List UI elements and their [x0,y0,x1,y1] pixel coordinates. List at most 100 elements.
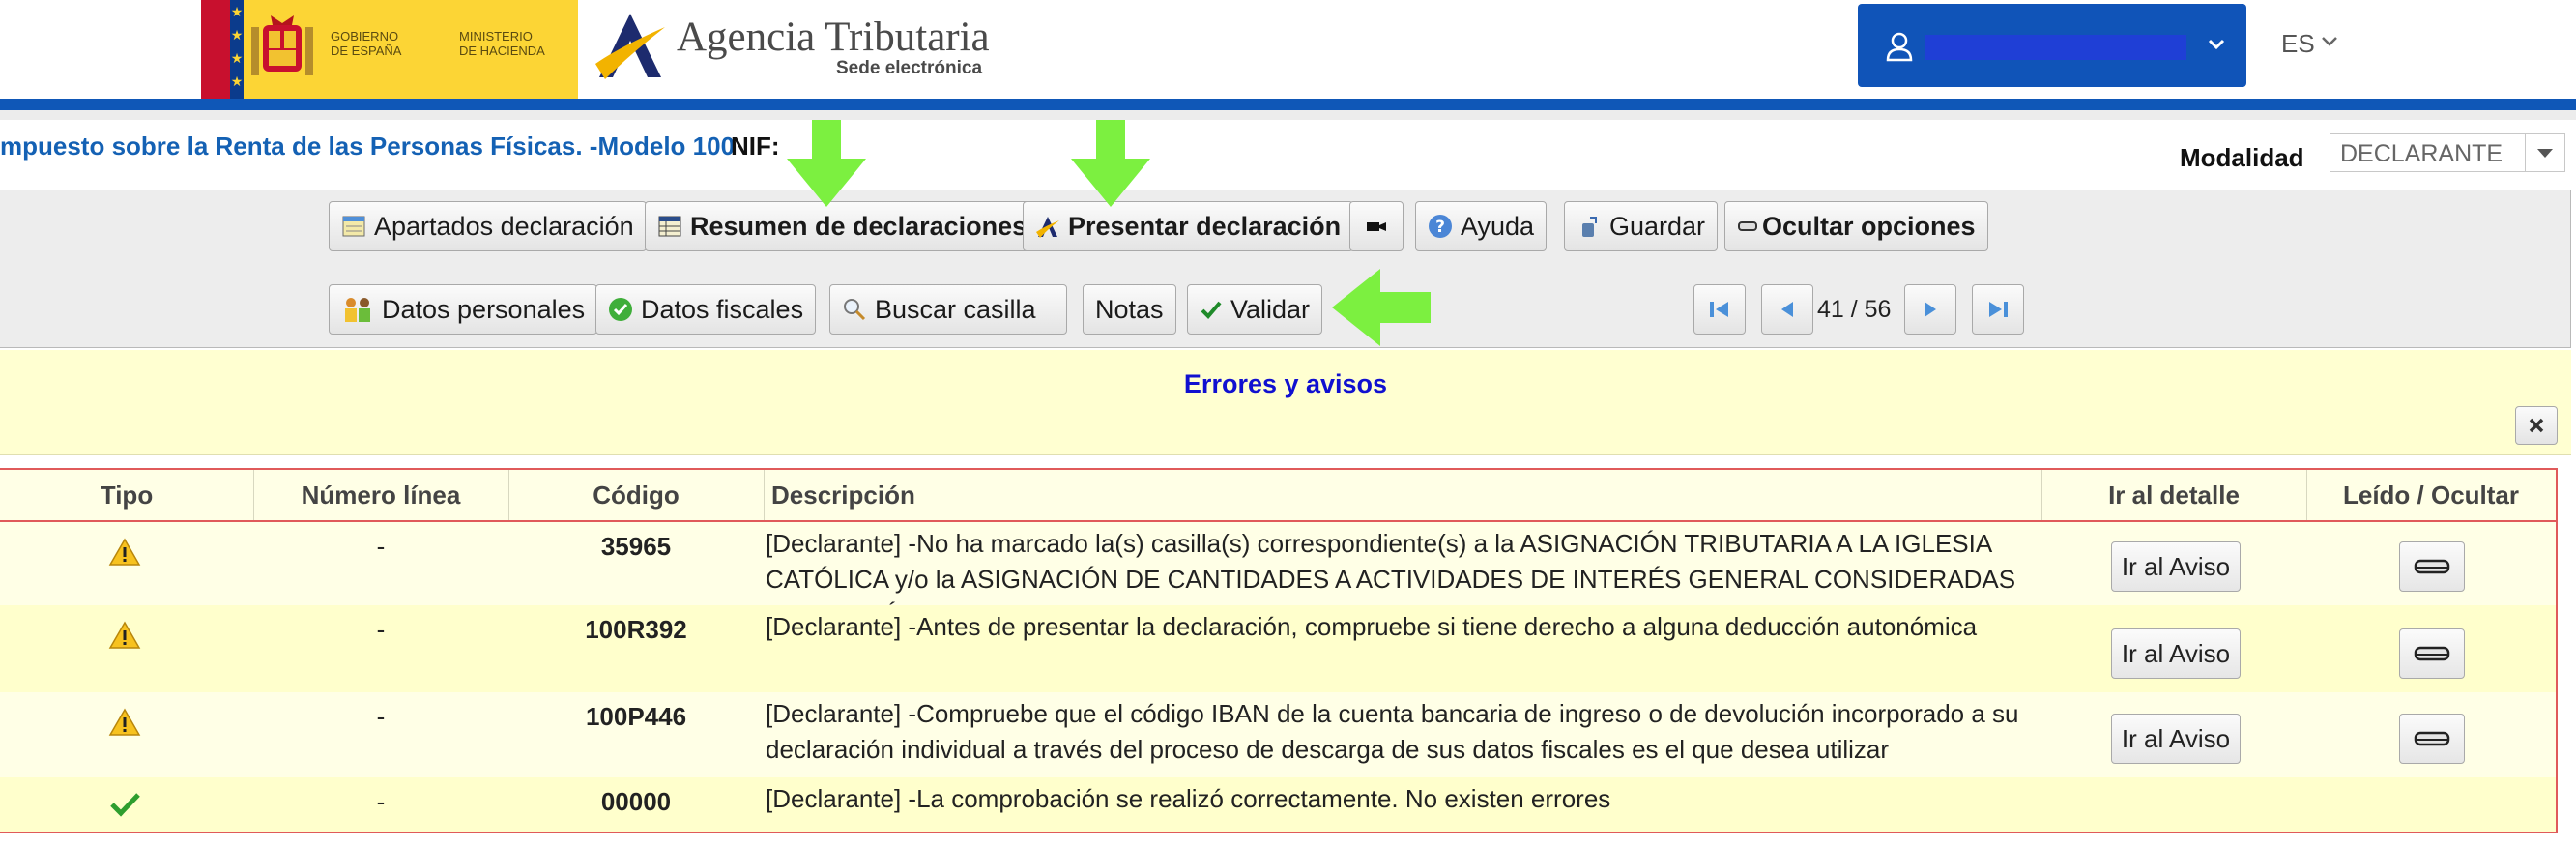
row-linea: - [376,532,386,561]
datos-personales-button[interactable]: Datos personales [329,284,598,335]
column-header-tipo: Tipo [100,480,154,510]
validar-label: Validar [1230,294,1311,324]
video-camera-icon [1367,222,1386,231]
guardar-label: Guardar [1609,211,1706,241]
checkmark-icon [1201,301,1222,319]
row-linea: - [376,787,386,816]
header-shadow [0,110,2576,120]
row-descripcion: [Declarante] -La comprobación se realizó… [766,784,1611,813]
datos-personales-label: Datos personales [382,294,586,324]
ayuda-label: Ayuda [1461,211,1535,241]
video-button[interactable] [1349,201,1404,251]
first-page-icon [1710,302,1728,317]
mark-read-button[interactable] [2399,628,2465,679]
header-divider [0,99,2576,110]
ocultar-opciones-button[interactable]: Ocultar opciones [1724,201,1988,251]
errors-table: Tipo Número línea Código Descripción Ir … [0,468,2558,833]
warning-icon [108,708,141,736]
chevron-down-icon [2208,39,2225,50]
form-sections-icon [342,216,365,237]
first-page-button[interactable] [1693,284,1746,335]
next-page-button[interactable] [1904,284,1956,335]
previous-page-icon [1781,302,1793,317]
chevron-down-icon[interactable] [2320,35,2339,48]
spain-flag-strip [201,0,230,99]
close-icon [2529,418,2544,433]
ministry-label: MINISTERIO DE HACIENDA [459,29,545,58]
errors-panel [0,350,2571,455]
presentar-label: Presentar declaración [1068,211,1342,241]
row-codigo: 100R392 [585,615,687,644]
modalidad-label: Modalidad [2180,143,2304,172]
notas-button[interactable]: Notas [1083,284,1176,335]
coat-of-arms-icon [251,15,313,75]
column-header-ir-al-detalle: Ir al detalle [2108,480,2240,510]
check-icon [110,793,140,817]
svg-text:?: ? [1435,218,1445,237]
last-page-button[interactable] [1972,284,2024,335]
eraser-icon [2414,646,2450,661]
green-arrow-left-icon [1332,269,1431,346]
check-circle-icon [609,298,632,321]
nif-label: NIF: [731,131,780,161]
datos-fiscales-button[interactable]: Datos fiscales [595,284,817,335]
agency-subtitle: Sede electrónica [836,58,983,78]
ir-al-aviso-button[interactable]: Ir al Aviso [2111,628,2241,679]
row-linea: - [376,615,386,644]
people-icon [345,298,370,322]
table-row: - 00000 [Declarante] -La comprobación se… [0,777,2556,832]
modalidad-select[interactable]: DECLARANTE [2330,133,2565,172]
datos-fiscales-label: Datos fiscales [641,294,804,324]
errors-title: Errores y avisos [1183,369,1388,398]
guardar-button[interactable]: Guardar [1564,201,1719,251]
apartados-button[interactable]: Apartados declaración [329,201,647,251]
row-codigo: 00000 [600,787,672,816]
ir-al-aviso-button[interactable]: Ir al Aviso [2111,714,2241,764]
row-codigo: 100P446 [585,702,687,731]
table-row: - 100R392 [Declarante] -Antes de present… [0,605,2556,692]
green-arrow-down-icon [787,120,866,207]
validar-button[interactable]: Validar [1187,284,1323,335]
agency-title[interactable]: Agencia Tributaria [677,14,990,61]
ir-al-aviso-button[interactable]: Ir al Aviso [2111,541,2241,592]
green-arrow-down-icon [1071,120,1150,207]
government-label: GOBIERNO DE ESPAÑA [331,29,402,58]
buscar-casilla-button[interactable]: Buscar casilla [829,284,1067,335]
summary-table-icon [658,216,681,237]
chevron-down-icon [2525,134,2553,171]
warning-icon [108,621,141,649]
modalidad-value: DECLARANTE [2340,140,2504,167]
user-name-redacted [1925,35,2186,60]
warning-icon [108,538,141,566]
apartados-label: Apartados declaración [374,211,634,241]
close-errors-button[interactable] [2515,406,2558,445]
ayuda-button[interactable]: ? Ayuda [1415,201,1548,251]
eraser-icon [2414,731,2450,746]
table-row: - 35965 [Declarante] -No ha marcado la(s… [0,522,2556,629]
eraser-icon [1738,221,1757,231]
agency-logo-icon [1036,217,1059,238]
language-selector[interactable]: ES [2281,29,2315,59]
notas-label: Notas [1095,294,1164,324]
page-title: mpuesto sobre la Renta de las Personas F… [0,131,736,161]
row-descripcion: [Declarante] -Compruebe que el código IB… [766,699,2019,764]
agency-logo-icon[interactable] [592,8,669,83]
save-icon [1582,217,1597,237]
user-menu-button[interactable] [1858,4,2246,87]
table-row: - 100P446 [Declarante] -Compruebe que el… [0,692,2556,777]
row-linea: - [376,702,386,731]
search-icon [844,299,866,321]
row-codigo: 35965 [600,532,672,561]
ocultar-opciones-label: Ocultar opciones [1762,211,1976,241]
user-icon [1886,32,1913,62]
mark-read-button[interactable] [2399,714,2465,764]
next-page-icon [1925,302,1936,317]
buscar-casilla-label: Buscar casilla [875,294,1036,324]
mark-read-button[interactable] [2399,541,2465,592]
last-page-icon [1989,302,2008,317]
row-descripcion: [Declarante] -Antes de presentar la decl… [766,612,1978,641]
resumen-label: Resumen de declaraciones [690,211,1028,241]
previous-page-button[interactable] [1761,284,1813,335]
eu-stars-strip: ★ ★ ★ ★ [230,0,244,99]
column-header-numero-linea: Número línea [301,480,461,510]
